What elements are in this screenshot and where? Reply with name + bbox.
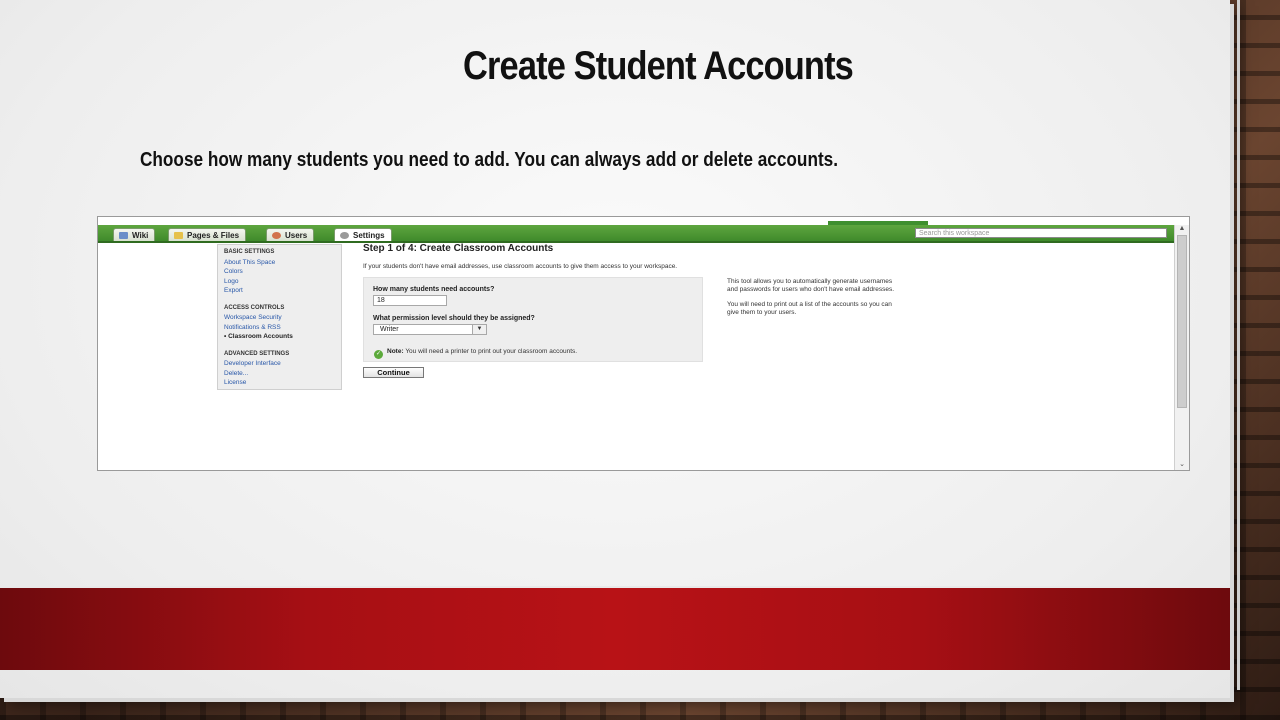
- permission-label: What permission level should they be ass…: [373, 315, 535, 322]
- printer-note: ✓ Note: You will need a printer to print …: [374, 348, 578, 359]
- sidebar-item-about[interactable]: About This Space: [224, 258, 341, 268]
- help-text: This tool allows you to automatically ge…: [727, 278, 897, 324]
- wiki-icon: [119, 232, 128, 239]
- scroll-up-icon[interactable]: ▲: [1177, 225, 1187, 233]
- sidebar-heading-access: ACCESS CONTROLS: [224, 304, 285, 311]
- sidebar-item-classroom-accounts[interactable]: • Classroom Accounts: [224, 332, 341, 342]
- scroll-down-icon[interactable]: ⌄: [1177, 461, 1187, 469]
- scroll-thumb[interactable]: [1177, 235, 1187, 408]
- sidebar-item-colors[interactable]: Colors: [224, 267, 341, 277]
- sidebar-item-logo[interactable]: Logo: [224, 277, 341, 287]
- chevron-down-icon[interactable]: ▼: [472, 325, 486, 334]
- sidebar-item-license[interactable]: License: [224, 378, 341, 388]
- tab-settings[interactable]: Settings: [334, 228, 392, 241]
- continue-button[interactable]: Continue: [363, 367, 424, 378]
- users-icon: [272, 232, 281, 239]
- tab-pages-files[interactable]: Pages & Files: [168, 228, 247, 241]
- slide-edge: [1237, 0, 1240, 690]
- student-count-input[interactable]: 18: [373, 295, 447, 306]
- permission-value: Writer: [380, 326, 399, 333]
- search-input[interactable]: Search this workspace: [915, 228, 1167, 238]
- embedded-screenshot: Wiki Pages & Files Users Settings Search…: [97, 216, 1190, 471]
- sidebar-heading-advanced: ADVANCED SETTINGS: [224, 350, 290, 357]
- permission-select[interactable]: Writer ▼: [373, 324, 487, 335]
- folder-icon: [174, 232, 183, 239]
- sidebar-item-security[interactable]: Workspace Security: [224, 313, 341, 323]
- sidebar-item-notifications[interactable]: Notifications & RSS: [224, 323, 341, 333]
- slide-subtitle: Choose how many students you need to add…: [140, 149, 839, 171]
- sidebar-heading-basic: BASIC SETTINGS: [224, 249, 275, 255]
- tab-wiki[interactable]: Wiki: [113, 228, 156, 241]
- accounts-form: How many students need accounts? 18 What…: [363, 277, 703, 362]
- count-label: How many students need accounts?: [373, 286, 495, 293]
- scrollbar[interactable]: ▲ ⌄: [1174, 225, 1189, 470]
- sidebar-item-delete[interactable]: Delete...: [224, 369, 341, 379]
- page-intro: If your students don't have email addres…: [363, 263, 678, 270]
- gear-icon: [340, 232, 349, 239]
- decorative-red-band: [0, 588, 1230, 670]
- help-paragraph-1: This tool allows you to automatically ge…: [727, 278, 895, 293]
- check-icon: ✓: [374, 350, 383, 359]
- slide: Create Student Accounts Choose how many …: [0, 0, 1240, 698]
- workspace-navbar: Wiki Pages & Files Users Settings Search…: [98, 225, 1174, 243]
- page-title: Step 1 of 4: Create Classroom Accounts: [363, 243, 554, 254]
- sidebar-item-export[interactable]: Export: [224, 286, 341, 296]
- tab-users[interactable]: Users: [266, 228, 315, 241]
- settings-sidebar: BASIC SETTINGS About This Space Colors L…: [217, 244, 342, 390]
- sidebar-item-developer[interactable]: Developer Interface: [224, 359, 341, 369]
- help-paragraph-2: You will need to print out a list of the…: [727, 301, 892, 316]
- slide-title: Create Student Accounts: [463, 44, 854, 88]
